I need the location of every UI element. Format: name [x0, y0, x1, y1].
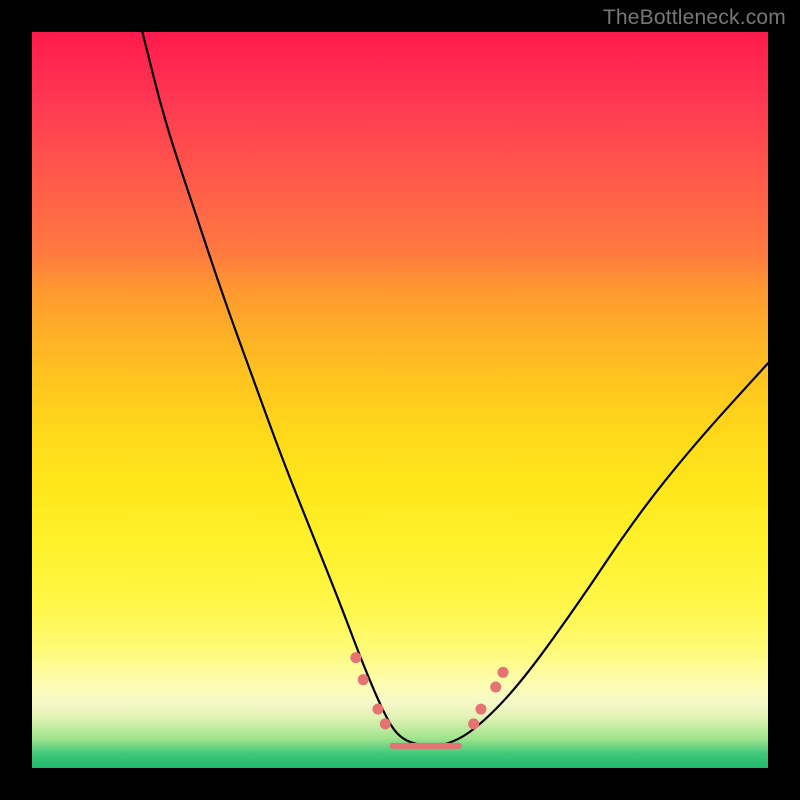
series-layer: [142, 32, 768, 746]
left-dot-2: [358, 674, 369, 685]
right-dot-1: [468, 718, 479, 729]
right-dot-3: [490, 682, 501, 693]
right-dot-4: [498, 667, 509, 678]
left-dot-1: [350, 652, 361, 663]
right-dot-2: [475, 704, 486, 715]
left-dot-3: [372, 704, 383, 715]
left-dot-4: [380, 718, 391, 729]
curve-svg: [32, 32, 768, 768]
bottleneck-curve: [142, 32, 768, 746]
plot-area: [32, 32, 768, 768]
watermark-text: TheBottleneck.com: [603, 6, 786, 30]
chart-frame: TheBottleneck.com: [0, 0, 800, 800]
